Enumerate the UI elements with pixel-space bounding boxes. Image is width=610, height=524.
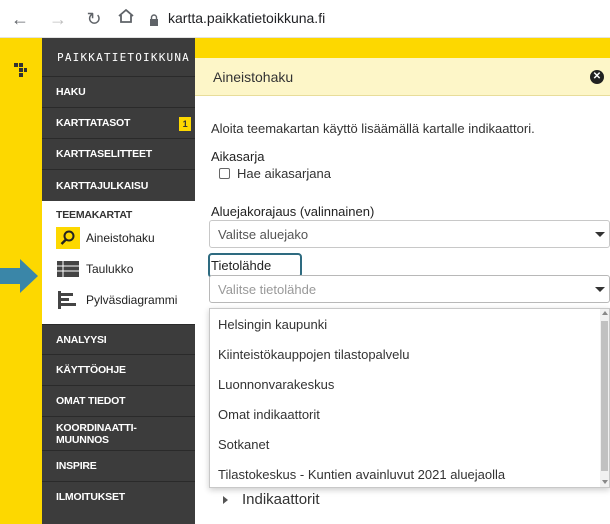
aikasarja-label: Aikasarja xyxy=(211,149,265,164)
sidebar-item-label: OMAT TIEDOT xyxy=(56,395,126,407)
sidebar-item-karttaselitteet[interactable]: KARTTASELITTEET xyxy=(42,138,195,169)
sidebar-item-kayttoohje[interactable]: KÄYTTÖOHJE xyxy=(42,354,195,385)
data-source-dropdown: Helsingin kaupunki Kiinteistökauppojen t… xyxy=(209,308,610,488)
panel-header: Aineistohaku ✕ xyxy=(195,58,610,96)
bar-chart-icon xyxy=(56,289,80,311)
sidebar-item-karttatasot[interactable]: KARTTATASOT 1 xyxy=(42,107,195,138)
scroll-down-icon[interactable] xyxy=(602,480,608,484)
forward-arrow-icon[interactable]: → xyxy=(48,9,68,29)
sidebar-item-karttajulkaisu[interactable]: KARTTAJULKAISU xyxy=(42,169,195,201)
dropdown-scrollbar[interactable] xyxy=(600,309,609,487)
dropdown-option[interactable]: Omat indikaattorit xyxy=(218,399,320,429)
time-series-checkbox[interactable] xyxy=(219,168,230,179)
back-arrow-icon[interactable]: ← xyxy=(10,9,30,29)
sidebar-item-label: ILMOITUKSET xyxy=(56,491,125,503)
sidebar-section-title[interactable]: TEEMAKARTAT xyxy=(56,209,132,221)
chevron-down-icon xyxy=(595,232,605,237)
lock-icon xyxy=(149,13,159,26)
address-bar[interactable]: kartta.paikkatietoikkuna.fi xyxy=(168,10,325,26)
browser-toolbar: ← → ↻ kartta.paikkatietoikkuna.fi xyxy=(0,0,610,38)
sidebar-item-label: ANALYYSI xyxy=(56,333,107,346)
indicators-label: Indikaattorit xyxy=(242,491,320,508)
dropdown-option[interactable]: Tilastokeskus - Kuntien avainluvut 2021 … xyxy=(218,459,505,489)
count-badge: 1 xyxy=(179,117,191,131)
sidebar-item-omat-tiedot[interactable]: OMAT TIEDOT xyxy=(42,385,195,416)
time-series-checkbox-row[interactable]: Hae aikasarjana xyxy=(219,166,331,181)
reload-icon[interactable]: ↻ xyxy=(84,9,104,29)
sidebar-item-label: KARTTATASOT xyxy=(56,117,131,129)
region-select-value: Valitse aluejako xyxy=(218,226,309,242)
chevron-down-icon xyxy=(595,287,605,292)
dropdown-option[interactable]: Sotkanet xyxy=(218,429,269,459)
sidebar-item-haku[interactable]: HAKU xyxy=(42,76,195,107)
sidebar-item-inspire[interactable]: INSPIRE xyxy=(42,450,195,481)
sidebar-item-label: KARTTAJULKAISU xyxy=(56,179,149,192)
sidebar: PAIKKATIETOIKKUNA HAKU KARTTATASOT 1 KAR… xyxy=(42,38,195,524)
sidebar-item-label: HAKU xyxy=(56,86,86,98)
subitem-taulukko[interactable]: Taulukko xyxy=(56,257,133,281)
checkbox-label: Hae aikasarjana xyxy=(237,166,331,181)
dropdown-option[interactable]: Helsingin kaupunki xyxy=(218,309,327,339)
sidebar-item-label: KOORDINAATTI-MUUNNOS xyxy=(56,421,137,446)
logo-icon xyxy=(12,60,30,83)
tietolahde-label: Tietolähde xyxy=(211,258,272,273)
table-icon xyxy=(56,258,80,280)
scrollbar-thumb[interactable] xyxy=(601,321,608,471)
region-select[interactable]: Valitse aluejako xyxy=(209,220,610,248)
expand-arrow-icon xyxy=(223,495,228,504)
subitem-aineistohaku[interactable]: Aineistohaku xyxy=(56,226,155,250)
scroll-up-icon[interactable] xyxy=(602,311,608,315)
sidebar-item-teemakartat: TEEMAKARTAT Aineistohaku Taulukko Pylväs… xyxy=(42,201,195,324)
sidebar-item-label: KARTTASELITTEET xyxy=(56,148,152,160)
indicators-section[interactable]: Indikaattorit xyxy=(223,491,320,508)
brand-title: PAIKKATIETOIKKUNA xyxy=(57,51,190,64)
panel-content: Aloita teemakartan käyttö lisäämällä kar… xyxy=(195,96,610,524)
pointer-arrow-icon xyxy=(0,259,40,298)
data-source-select[interactable]: Valitse tietolähde xyxy=(209,275,610,303)
subitem-label: Taulukko xyxy=(86,262,134,276)
panel-title: Aineistohaku xyxy=(213,69,294,85)
data-source-placeholder: Valitse tietolähde xyxy=(218,281,317,297)
search-icon xyxy=(56,227,80,249)
subitem-label: Aineistohaku xyxy=(86,231,155,245)
sidebar-item-koordinaattimuunnos[interactable]: KOORDINAATTI-MUUNNOS xyxy=(42,416,195,450)
dropdown-option[interactable]: Luonnonvarakeskus xyxy=(218,369,334,399)
home-icon[interactable] xyxy=(116,7,136,27)
close-icon[interactable]: ✕ xyxy=(590,70,604,84)
left-accent-strip xyxy=(0,38,42,524)
subitem-label: Pylväsdiagrammi xyxy=(86,293,178,307)
dropdown-option[interactable]: Kiinteistökauppojen tilastopalvelu xyxy=(218,339,410,369)
top-accent-bar xyxy=(195,38,610,58)
sidebar-item-ilmoitukset[interactable]: ILMOITUKSET xyxy=(42,481,195,512)
sidebar-item-analyysi[interactable]: ANALYYSI xyxy=(42,324,195,354)
sidebar-item-label: INSPIRE xyxy=(56,460,97,472)
sidebar-item-label: KÄYTTÖOHJE xyxy=(56,364,126,376)
intro-text: Aloita teemakartan käyttö lisäämällä kar… xyxy=(211,121,535,136)
aluejako-label: Aluejakorajaus (valinnainen) xyxy=(211,204,375,219)
subitem-pylvasdiagrammi[interactable]: Pylväsdiagrammi xyxy=(56,288,177,312)
